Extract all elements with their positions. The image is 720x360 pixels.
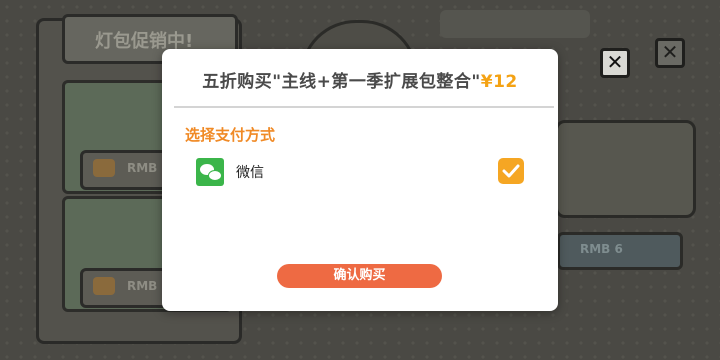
confirm-purchase-button[interactable]: 确认购买 [277, 264, 442, 288]
payment-option-wechat[interactable]: 微信 [196, 155, 526, 189]
shop-price-button: RMB 6 [557, 232, 683, 270]
purchase-dialog: 五折购买"主线+第一季扩展包整合"¥12 选择支付方式 微信 确认购买 [162, 49, 558, 311]
coin-icon [93, 277, 115, 295]
payment-method-heading: 选择支付方式 [185, 126, 276, 144]
shop-right-panel [555, 120, 696, 218]
shop-price-text: RMB 6 [580, 242, 623, 256]
shop-price-text: RMB [127, 161, 158, 175]
payment-option-label: 微信 [236, 165, 264, 181]
shop-price-text: RMB [127, 279, 158, 293]
payment-option-checkbox[interactable] [498, 158, 524, 184]
dialog-title-price: ¥12 [480, 72, 518, 92]
close-icon: ✕ [655, 38, 685, 68]
dialog-title: 五折购买"主线+第一季扩展包整合"¥12 [162, 67, 558, 92]
wechat-icon [196, 158, 224, 186]
dialog-divider [174, 106, 554, 108]
coin-icon [93, 159, 115, 177]
close-icon[interactable]: ✕ [600, 48, 630, 78]
checkmark-icon [502, 164, 520, 178]
dialog-title-text: 五折购买"主线+第一季扩展包整合" [202, 72, 481, 92]
top-status-bar [440, 10, 590, 38]
